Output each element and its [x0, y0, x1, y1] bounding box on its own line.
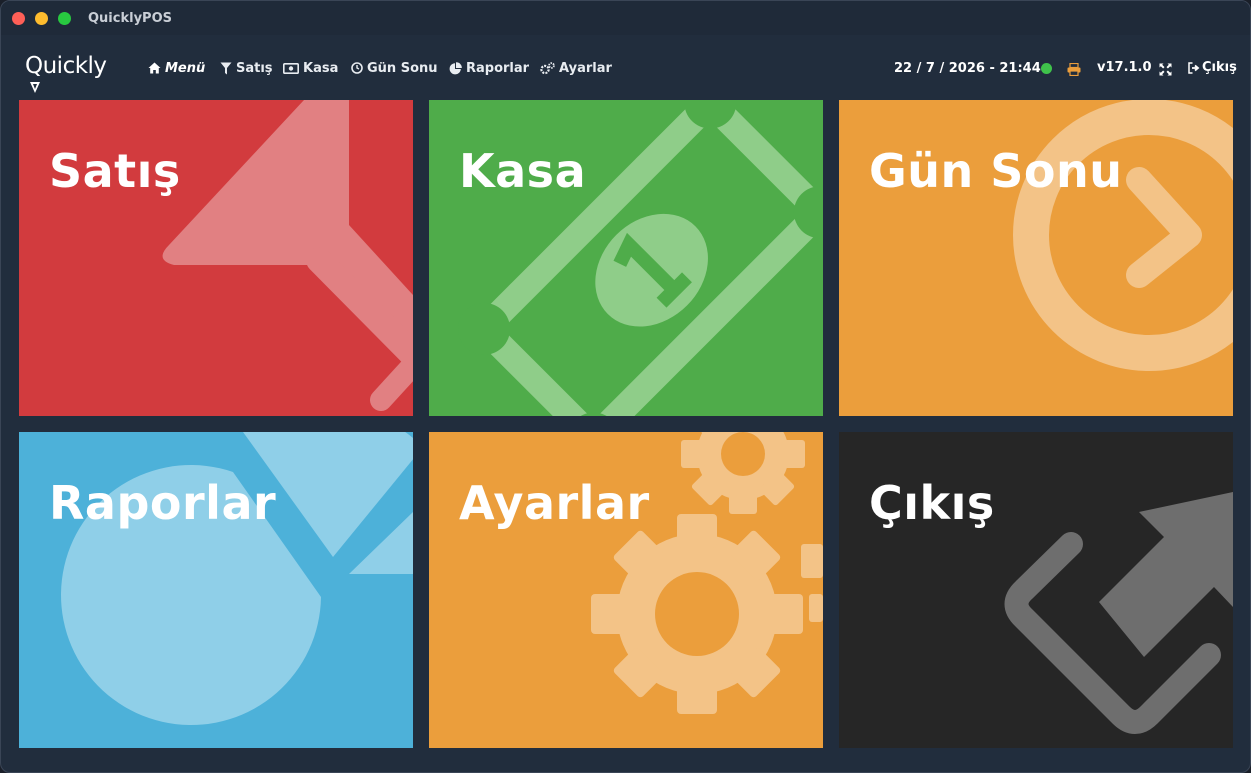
tile-gun-sonu[interactable]: Gün Sonu — [839, 100, 1233, 416]
tile-label: Raporlar — [49, 476, 277, 530]
home-icon — [148, 62, 161, 74]
logo-mark-icon — [30, 82, 40, 93]
nav-item-label: Menü — [165, 60, 206, 76]
tile-label: Çıkış — [869, 476, 995, 530]
minimize-window-button[interactable] — [35, 12, 48, 25]
printer-icon[interactable] — [1067, 61, 1081, 80]
exit-link[interactable]: Çıkış — [1188, 60, 1237, 75]
nav-item-gun-sonu[interactable]: Gün Sonu — [351, 60, 438, 76]
window-title: QuicklyPOS — [88, 11, 172, 26]
tile-label: Satış — [49, 144, 181, 198]
exit-label: Çıkış — [1202, 60, 1237, 75]
title-bar: QuicklyPOS — [1, 1, 1250, 35]
tile-cikis[interactable]: Çıkış — [839, 432, 1233, 748]
datetime-display: 22 / 7 / 2026 - 21:44 — [894, 60, 1041, 76]
app-window: QuicklyPOS Quickly Menü Satış Kasa Gün S… — [0, 0, 1251, 773]
app-logo[interactable]: Quickly — [25, 53, 107, 79]
clock-icon — [351, 62, 363, 74]
sign-out-icon — [1188, 61, 1200, 74]
version-label: v17.1.0 — [1097, 60, 1152, 75]
tile-kasa[interactable]: Kasa — [429, 100, 823, 416]
top-navbar: Quickly Menü Satış Kasa Gün Sonu Raporla… — [1, 35, 1250, 97]
tile-label: Ayarlar — [459, 476, 650, 530]
tile-satis[interactable]: Satış — [19, 100, 413, 416]
money-icon — [283, 62, 299, 74]
tile-label: Kasa — [459, 144, 587, 198]
expand-icon[interactable] — [1159, 61, 1172, 80]
nav-item-satis[interactable]: Satış — [220, 60, 273, 76]
close-window-button[interactable] — [12, 12, 25, 25]
gears-icon — [540, 61, 555, 74]
nav-item-ayarlar[interactable]: Ayarlar — [540, 60, 612, 76]
tile-ayarlar[interactable]: Ayarlar — [429, 432, 823, 748]
connection-status-indicator — [1041, 63, 1052, 74]
tile-raporlar[interactable]: Raporlar — [19, 432, 413, 748]
nav-item-kasa[interactable]: Kasa — [283, 60, 338, 76]
nav-item-menu[interactable]: Menü — [148, 60, 205, 76]
nav-item-raporlar[interactable]: Raporlar — [449, 60, 529, 76]
nav-item-label: Ayarlar — [559, 60, 612, 76]
pie-chart-icon — [449, 61, 462, 74]
funnel-icon — [220, 62, 232, 74]
tile-label: Gün Sonu — [869, 144, 1123, 198]
nav-item-label: Raporlar — [466, 60, 530, 76]
maximize-window-button[interactable] — [58, 12, 71, 25]
nav-item-label: Satış — [236, 60, 273, 76]
nav-item-label: Gün Sonu — [367, 60, 438, 76]
nav-item-label: Kasa — [303, 60, 339, 76]
